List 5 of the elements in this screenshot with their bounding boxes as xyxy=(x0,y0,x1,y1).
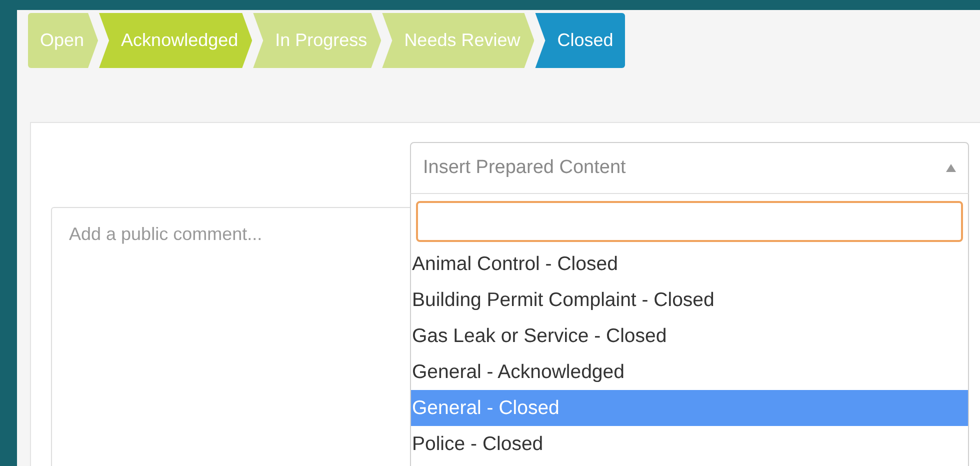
prepared-content-select[interactable]: Insert Prepared Content xyxy=(410,142,969,194)
dropdown-option[interactable]: General - Closed xyxy=(411,390,968,426)
status-step[interactable]: Closed xyxy=(535,13,626,68)
search-field[interactable] xyxy=(416,201,963,242)
caret-icon xyxy=(946,164,956,172)
